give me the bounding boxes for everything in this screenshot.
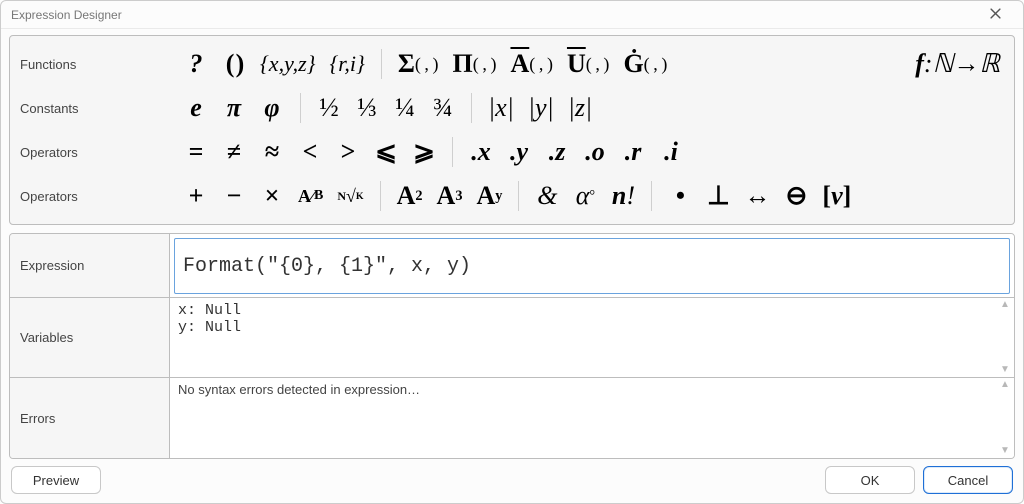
func-g-dot[interactable]: Ġ( , ) <box>619 47 671 81</box>
ribbon-label-operators1: Operators <box>20 145 180 160</box>
op-le[interactable]: ⩽ <box>370 135 402 169</box>
op-dot-product[interactable]: • <box>664 179 696 213</box>
const-abs-y[interactable]: |y| <box>524 91 558 125</box>
expression-input[interactable]: Format("{0}, {1}", x, y) <box>174 238 1010 294</box>
panel-expression: Expression Format("{0}, {1}", x, y) <box>10 234 1014 298</box>
scroll-down-icon[interactable]: ▼ <box>998 446 1012 456</box>
ribbon-row-functions: Functions ? ( ) {x,y,z} {r,i} Σ( , ) Π( … <box>20 42 1004 86</box>
op-ominus[interactable]: ⊖ <box>780 179 812 213</box>
panel-body-variables: x: Null y: Null ▲ ▼ <box>170 298 1014 377</box>
panel-label-errors: Errors <box>10 378 170 458</box>
scroll-indicators: ▲ ▼ <box>998 378 1012 458</box>
panel-errors: Errors No syntax errors detected in expr… <box>10 378 1014 458</box>
op-minus[interactable]: − <box>218 179 250 213</box>
scroll-down-icon[interactable]: ▼ <box>998 365 1012 375</box>
ribbon-row-operators-arith: Operators + − × A⁄B N√K A2 A3 Ay & α° n!… <box>20 174 1004 218</box>
scroll-up-icon[interactable]: ▲ <box>998 380 1012 390</box>
func-fn-n-r[interactable]: f:ℕ→ℝ <box>911 47 1004 81</box>
ribbon-label-operators2: Operators <box>20 189 180 204</box>
func-set-xyz[interactable]: {x,y,z} <box>256 47 319 81</box>
op-ge[interactable]: ⩾ <box>408 135 440 169</box>
op-gt[interactable]: > <box>332 135 364 169</box>
op-frac-ab[interactable]: A⁄B <box>294 179 327 213</box>
op-dot-o[interactable]: .o <box>579 135 611 169</box>
func-set-ri[interactable]: {r,i} <box>325 47 368 81</box>
op-alpha-deg[interactable]: α° <box>569 179 601 213</box>
panel-variables: Variables x: Null y: Null ▲ ▼ <box>10 298 1014 378</box>
const-abs-x[interactable]: |x| <box>484 91 518 125</box>
func-a-bar[interactable]: A( , ) <box>506 47 556 81</box>
separator <box>518 181 519 211</box>
const-threeq[interactable]: ¾ <box>427 91 459 125</box>
func-pi-product[interactable]: Π( , ) <box>449 47 501 81</box>
op-times[interactable]: × <box>256 179 288 213</box>
op-perp[interactable]: ⊥ <box>702 179 734 213</box>
titlebar: Expression Designer <box>1 1 1023 29</box>
separator <box>381 49 382 79</box>
func-u-bar[interactable]: U( , ) <box>563 47 613 81</box>
separator <box>471 93 472 123</box>
content-panels: Expression Format("{0}, {1}", x, y) Vari… <box>9 233 1015 459</box>
op-a-cubed[interactable]: A3 <box>433 179 467 213</box>
ok-button[interactable]: OK <box>825 466 915 494</box>
separator <box>452 137 453 167</box>
func-sigma[interactable]: Σ( , ) <box>394 47 443 81</box>
panel-body-expression: Format("{0}, {1}", x, y) <box>170 234 1014 297</box>
op-dot-i[interactable]: .i <box>655 135 687 169</box>
op-amp[interactable]: & <box>531 179 563 213</box>
const-quarter[interactable]: ¼ <box>389 91 421 125</box>
func-help[interactable]: ? <box>180 47 212 81</box>
separator <box>380 181 381 211</box>
scroll-indicators: ▲ ▼ <box>998 298 1012 377</box>
op-dot-r[interactable]: .r <box>617 135 649 169</box>
errors-text: No syntax errors detected in expression… <box>170 378 1014 401</box>
ribbon-row-operators-compare: Operators = ≠ ≈ < > ⩽ ⩾ .x .y .z .o .r .… <box>20 130 1004 174</box>
const-half[interactable]: ½ <box>313 91 345 125</box>
window-title: Expression Designer <box>11 8 122 22</box>
const-e[interactable]: e <box>180 91 212 125</box>
op-a-squared[interactable]: A2 <box>393 179 427 213</box>
expression-designer-window: Expression Designer Functions ? ( ) {x,y… <box>0 0 1024 504</box>
op-approx[interactable]: ≈ <box>256 135 288 169</box>
ribbon-palette: Functions ? ( ) {x,y,z} {r,i} Σ( , ) Π( … <box>9 35 1015 225</box>
separator <box>300 93 301 123</box>
panel-label-variables: Variables <box>10 298 170 377</box>
const-abs-z[interactable]: |z| <box>564 91 596 125</box>
op-bracket-v[interactable]: [v] <box>818 179 855 213</box>
const-pi[interactable]: π <box>218 91 250 125</box>
op-lt[interactable]: < <box>294 135 326 169</box>
footer: Preview OK Cancel <box>1 463 1023 503</box>
op-a-pow-y[interactable]: Ay <box>472 179 506 213</box>
scroll-up-icon[interactable]: ▲ <box>998 300 1012 310</box>
const-phi[interactable]: φ <box>256 91 288 125</box>
close-icon <box>990 8 1001 22</box>
op-bidir[interactable]: ↔ <box>740 179 774 213</box>
op-eq[interactable]: = <box>180 135 212 169</box>
func-parens[interactable]: ( ) <box>218 47 250 81</box>
const-third[interactable]: ⅓ <box>351 91 383 125</box>
cancel-button[interactable]: Cancel <box>923 466 1013 494</box>
op-dot-y[interactable]: .y <box>503 135 535 169</box>
panel-body-errors: No syntax errors detected in expression…… <box>170 378 1014 458</box>
op-plus[interactable]: + <box>180 179 212 213</box>
ribbon-label-functions: Functions <box>20 57 180 72</box>
op-dot-x[interactable]: .x <box>465 135 497 169</box>
help-icon: ? <box>190 49 203 78</box>
ribbon-label-constants: Constants <box>20 101 180 116</box>
op-neq[interactable]: ≠ <box>218 135 250 169</box>
close-button[interactable] <box>975 1 1015 28</box>
op-root-nk[interactable]: N√K <box>333 179 367 213</box>
op-dot-z[interactable]: .z <box>541 135 573 169</box>
preview-button[interactable]: Preview <box>11 466 101 494</box>
separator <box>651 181 652 211</box>
panel-label-expression: Expression <box>10 234 170 297</box>
variables-text: x: Null y: Null <box>170 298 1014 340</box>
ribbon-row-constants: Constants e π φ ½ ⅓ ¼ ¾ |x| |y| |z| <box>20 86 1004 130</box>
op-factorial[interactable]: n! <box>607 179 639 213</box>
